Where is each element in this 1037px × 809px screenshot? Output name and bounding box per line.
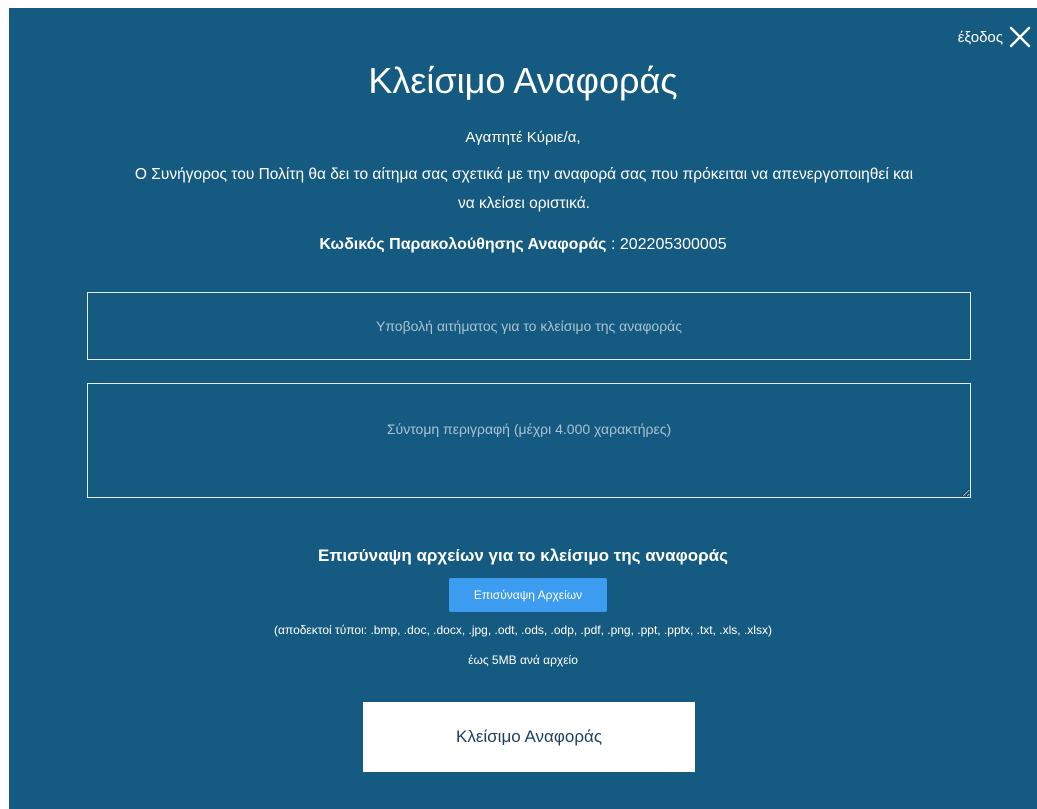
close-report-modal: έξοδος Κλείσιμο Αναφοράς Αγαπητέ Κύριε/α… bbox=[9, 8, 1037, 809]
attachments-heading: Επισύναψη αρχείων για το κλείσιμο της αν… bbox=[318, 546, 728, 565]
close-report-submit-button[interactable]: Κλείσιμο Αναφοράς bbox=[363, 702, 695, 772]
modal-title: Κλείσιμο Αναφοράς bbox=[368, 60, 678, 101]
file-size-limit: έως 5MB ανά αρχείο bbox=[468, 653, 578, 667]
attach-files-button[interactable]: Επισύναψη Αρχείων bbox=[449, 578, 607, 612]
tracking-code-line: Κωδικός Παρακολούθησης Αναφοράς : 202205… bbox=[9, 236, 1037, 254]
close-x-icon[interactable] bbox=[1009, 26, 1031, 48]
tracking-code-label: Κωδικός Παρακολούθησης Αναφοράς bbox=[319, 236, 607, 253]
exit-button[interactable]: έξοδος bbox=[958, 26, 1031, 48]
tracking-code-value: : 202205300005 bbox=[610, 236, 727, 253]
greeting-text: Αγαπητέ Κύριε/α, bbox=[465, 129, 581, 146]
exit-label: έξοδος bbox=[957, 28, 1003, 46]
description-textarea[interactable] bbox=[87, 383, 971, 498]
subject-input[interactable] bbox=[87, 292, 971, 360]
info-message: Ο Συνήγορος του Πολίτη θα δει το αίτημα … bbox=[134, 166, 914, 212]
accepted-file-types: (αποδεκτοί τύποι: .bmp, .doc, .docx, .jp… bbox=[274, 623, 772, 637]
